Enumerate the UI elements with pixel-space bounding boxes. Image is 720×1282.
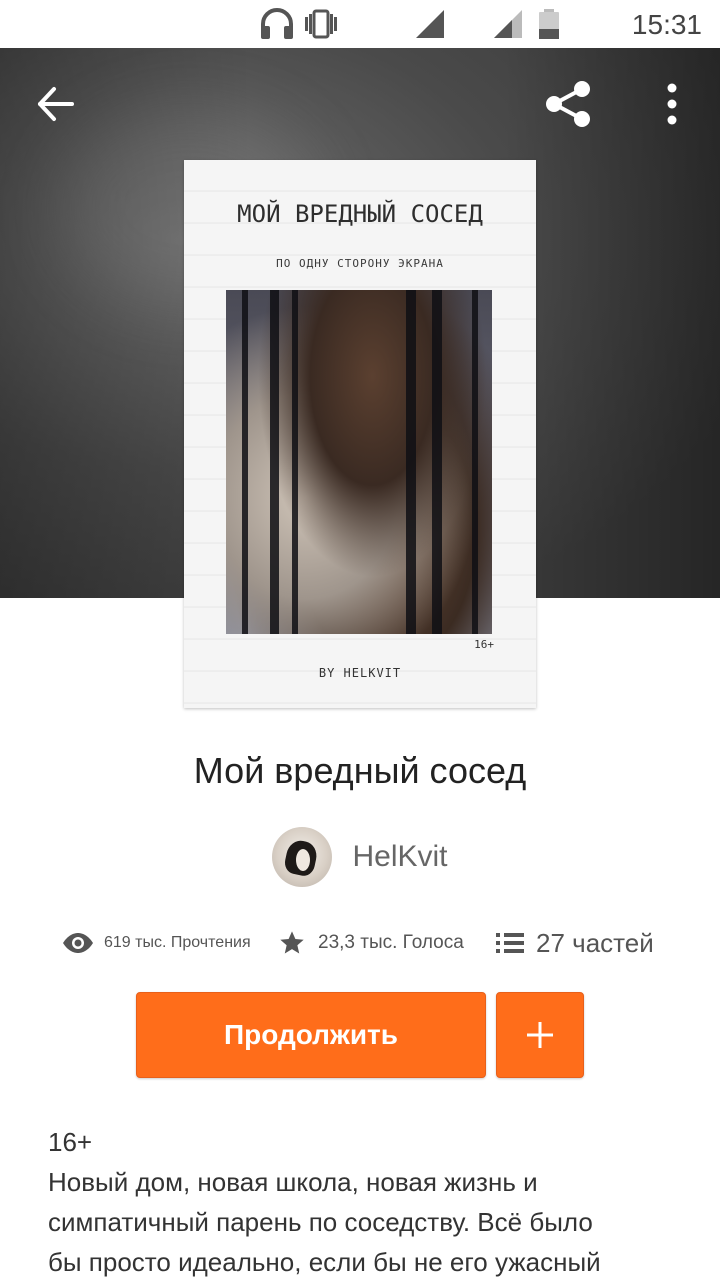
status-bar: 15:31: [0, 0, 720, 48]
book-cover[interactable]: МОЙ ВРЕДНЫЙ СОСЕД ПО ОДНУ СТОРОНУ ЭКРАНА…: [184, 160, 536, 708]
cover-photo: [226, 290, 492, 634]
star-icon: [280, 931, 304, 954]
description-age: 16+: [48, 1127, 93, 1157]
author-name: HelKvit: [352, 840, 448, 873]
continue-reading-button[interactable]: Продолжить: [136, 992, 486, 1078]
headset-icon: [258, 8, 296, 45]
description-line: Новый дом, новая школа, новая жизнь и: [48, 1167, 538, 1197]
story-title: Мой вредный сосед: [193, 750, 527, 791]
cover-subtitle: ПО ОДНУ СТОРОНУ ЭКРАНА: [276, 257, 444, 270]
back-button[interactable]: [26, 78, 86, 130]
plus-icon: [527, 1022, 553, 1048]
reads-stat: 619 тыс. Прочтения: [62, 920, 251, 966]
cover-title: МОЙ ВРЕДНЫЙ СОСЕД: [237, 200, 483, 228]
vibrate-icon: [302, 8, 340, 45]
cover-author: BY HELKVIT: [318, 666, 402, 680]
eye-icon: [63, 933, 93, 953]
signal-icon: [414, 8, 446, 45]
share-icon: [546, 81, 590, 127]
more-vertical-icon: [667, 83, 677, 125]
list-icon: [496, 933, 524, 953]
battery-icon: [536, 8, 562, 45]
signal-icon: [492, 8, 524, 45]
add-to-library-button[interactable]: [496, 992, 584, 1078]
story-stats: 619 тыс. Прочтения 23,3 тыс. Голоса 27 ч…: [0, 920, 720, 966]
parts-stat[interactable]: 27 частей: [496, 920, 654, 966]
author-link[interactable]: HelKvit: [0, 826, 720, 888]
avatar: [272, 827, 333, 887]
status-time: 15:31: [631, 9, 702, 40]
cover-age-rating: 16+: [474, 638, 494, 651]
description-line: бы просто идеально, если бы не его ужасн…: [48, 1247, 601, 1277]
reads-count: 619 тыс. Прочтения: [104, 934, 251, 951]
story-description: 16+ Новый дом, новая школа, новая жизнь …: [48, 1122, 678, 1282]
votes-count: 23,3 тыс. Голоса: [318, 932, 464, 953]
description-line: симпатичный парень по соседству. Всё был…: [48, 1207, 593, 1237]
share-button[interactable]: [540, 76, 596, 132]
parts-count: 27 частей: [536, 927, 654, 958]
votes-stat: 23,3 тыс. Голоса: [278, 920, 464, 966]
more-options-button[interactable]: [654, 80, 690, 128]
arrow-left-icon: [38, 87, 74, 121]
